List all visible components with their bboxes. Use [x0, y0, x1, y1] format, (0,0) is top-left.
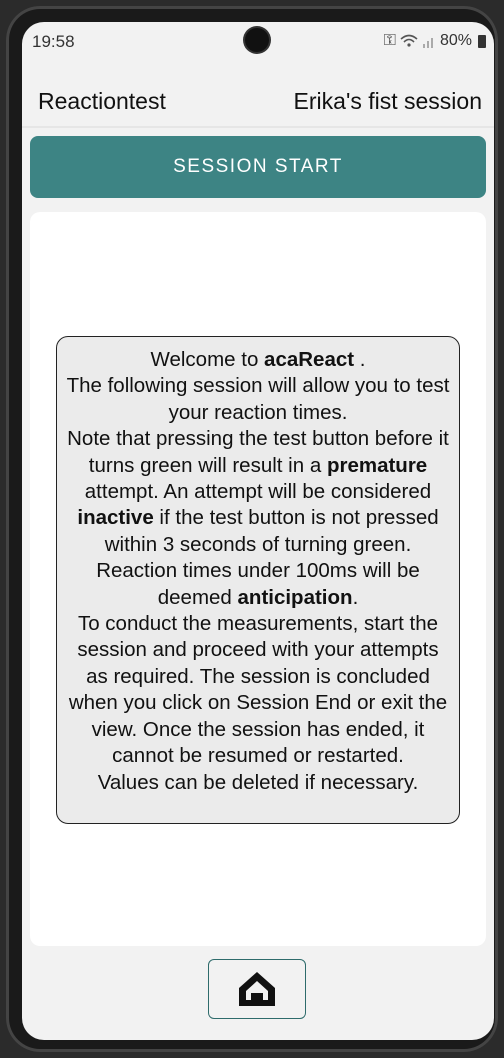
content-card: Welcome to acaReact . The following sess… — [30, 212, 486, 946]
status-time: 19:58 — [32, 32, 75, 51]
home-button[interactable] — [208, 959, 306, 1019]
screen: 19:58 ⚿ 80% Reactiontest Erika's fist se… — [22, 22, 494, 1040]
info-text: Welcome to — [150, 348, 265, 371]
welcome-info-box: Welcome to acaReact . The following sess… — [56, 336, 460, 824]
signal-icon — [422, 37, 433, 48]
session-name: Erika's fist session — [293, 88, 482, 114]
info-text: Values can be deleted if necessary. — [97, 770, 419, 794]
info-inactive: inactive — [77, 506, 154, 530]
app-bar: Reactiontest Erika's fist session — [22, 72, 494, 126]
home-icon — [239, 972, 275, 1006]
app-bar-divider — [22, 126, 494, 128]
info-text: . — [352, 585, 359, 609]
key-icon: ⚿ — [383, 32, 396, 49]
status-bar: 19:58 ⚿ 80% — [22, 22, 494, 62]
battery-level: 80% — [439, 32, 472, 49]
app-title: Reactiontest — [38, 88, 166, 114]
phone-frame: 19:58 ⚿ 80% Reactiontest Erika's fist se… — [6, 6, 498, 1052]
info-text: attempt. An attempt will be considered — [84, 480, 432, 504]
info-app-name: acaReact — [264, 348, 355, 371]
battery-icon — [478, 34, 486, 48]
session-start-button[interactable]: SESSION START — [30, 136, 486, 198]
info-text: The following session will allow you to … — [66, 374, 450, 424]
wifi-icon — [400, 34, 418, 47]
front-camera — [245, 28, 269, 52]
info-anticipation: anticipation — [237, 585, 353, 609]
info-text: . — [354, 348, 366, 371]
info-premature: premature — [326, 453, 428, 477]
info-text: To conduct the measurements, start the s… — [68, 612, 448, 768]
status-icons: ⚿ 80% — [384, 32, 486, 50]
